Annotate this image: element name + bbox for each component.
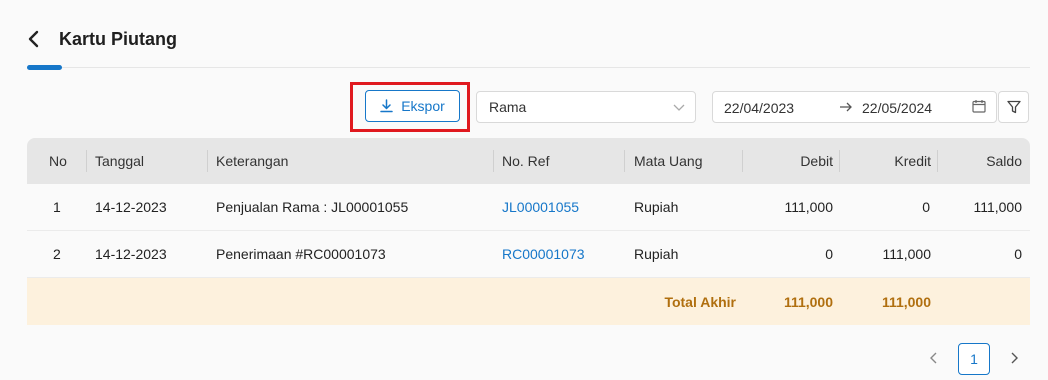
- column-header-credit: Kredit: [894, 153, 931, 169]
- date-start-input[interactable]: 22/04/2023: [724, 100, 794, 116]
- cell-description: Penjualan Rama : JL00001055: [216, 199, 409, 215]
- pagination-page-button[interactable]: 1: [958, 343, 990, 375]
- chevron-left-icon: [28, 30, 39, 48]
- cell-no: 2: [53, 246, 61, 262]
- cell-description: Penerimaan #RC00001073: [216, 246, 386, 262]
- calendar-icon[interactable]: [972, 99, 986, 113]
- tab-divider: [27, 67, 1030, 68]
- download-icon: [380, 99, 393, 113]
- total-label: Total Akhir: [664, 293, 736, 310]
- receivable-table: No Tanggal Keterangan No. Ref Mata Uang …: [27, 138, 1030, 325]
- column-header-ref: No. Ref: [502, 153, 550, 169]
- pagination-prev-button[interactable]: [924, 343, 944, 373]
- page-title: Kartu Piutang: [59, 28, 178, 49]
- toolbar: Ekspor Rama 22/04/2023 22/05/2024: [0, 82, 1048, 132]
- date-end-input[interactable]: 22/05/2024: [862, 100, 932, 116]
- cell-balance: 0: [1014, 246, 1022, 262]
- customer-select[interactable]: Rama: [476, 91, 696, 123]
- cell-debit: 111,000: [784, 199, 833, 215]
- table-row: 2 14-12-2023 Penerimaan #RC00001073 RC00…: [27, 231, 1030, 278]
- date-range-picker[interactable]: 22/04/2023 22/05/2024: [712, 91, 997, 123]
- chevron-left-icon: [930, 352, 937, 364]
- column-header-debit: Debit: [800, 153, 833, 169]
- total-credit: 111,000: [881, 293, 931, 310]
- cell-currency: Rupiah: [634, 246, 679, 262]
- chevron-right-icon: [1011, 352, 1018, 364]
- customer-select-value: Rama: [489, 99, 527, 115]
- tab-active-indicator: [27, 65, 62, 70]
- cell-debit: 0: [825, 246, 833, 262]
- back-button[interactable]: [27, 25, 49, 53]
- cell-currency: Rupiah: [634, 199, 679, 215]
- cell-no: 1: [53, 199, 61, 215]
- export-button-label: Ekspor: [401, 98, 445, 114]
- table-header: No Tanggal Keterangan No. Ref Mata Uang …: [27, 138, 1030, 184]
- arrow-right-icon: [840, 102, 852, 112]
- cell-credit: 0: [922, 199, 930, 215]
- table-row: 1 14-12-2023 Penjualan Rama : JL00001055…: [27, 184, 1030, 231]
- chevron-down-icon: [673, 104, 685, 111]
- cell-date: 14-12-2023: [95, 199, 167, 215]
- column-header-no: No: [49, 153, 67, 169]
- column-header-date: Tanggal: [95, 153, 145, 169]
- cell-date: 14-12-2023: [95, 246, 167, 262]
- pagination: 1: [0, 343, 1048, 375]
- cell-balance: 111,000: [973, 199, 1022, 215]
- column-header-balance: Saldo: [986, 153, 1022, 169]
- export-button[interactable]: Ekspor: [365, 90, 460, 122]
- cell-ref-link[interactable]: JL00001055: [502, 184, 579, 230]
- cell-ref-link[interactable]: RC00001073: [502, 231, 585, 277]
- filter-button[interactable]: [998, 91, 1029, 123]
- total-row: Total Akhir 111,000 111,000: [27, 278, 1030, 325]
- cell-credit: 111,000: [882, 246, 931, 262]
- page-header: Kartu Piutang: [27, 24, 177, 54]
- pagination-next-button[interactable]: [1004, 343, 1024, 373]
- filter-icon: [1006, 100, 1021, 114]
- total-debit: 111,000: [783, 293, 833, 310]
- column-header-description: Keterangan: [216, 153, 289, 169]
- column-header-currency: Mata Uang: [634, 153, 703, 169]
